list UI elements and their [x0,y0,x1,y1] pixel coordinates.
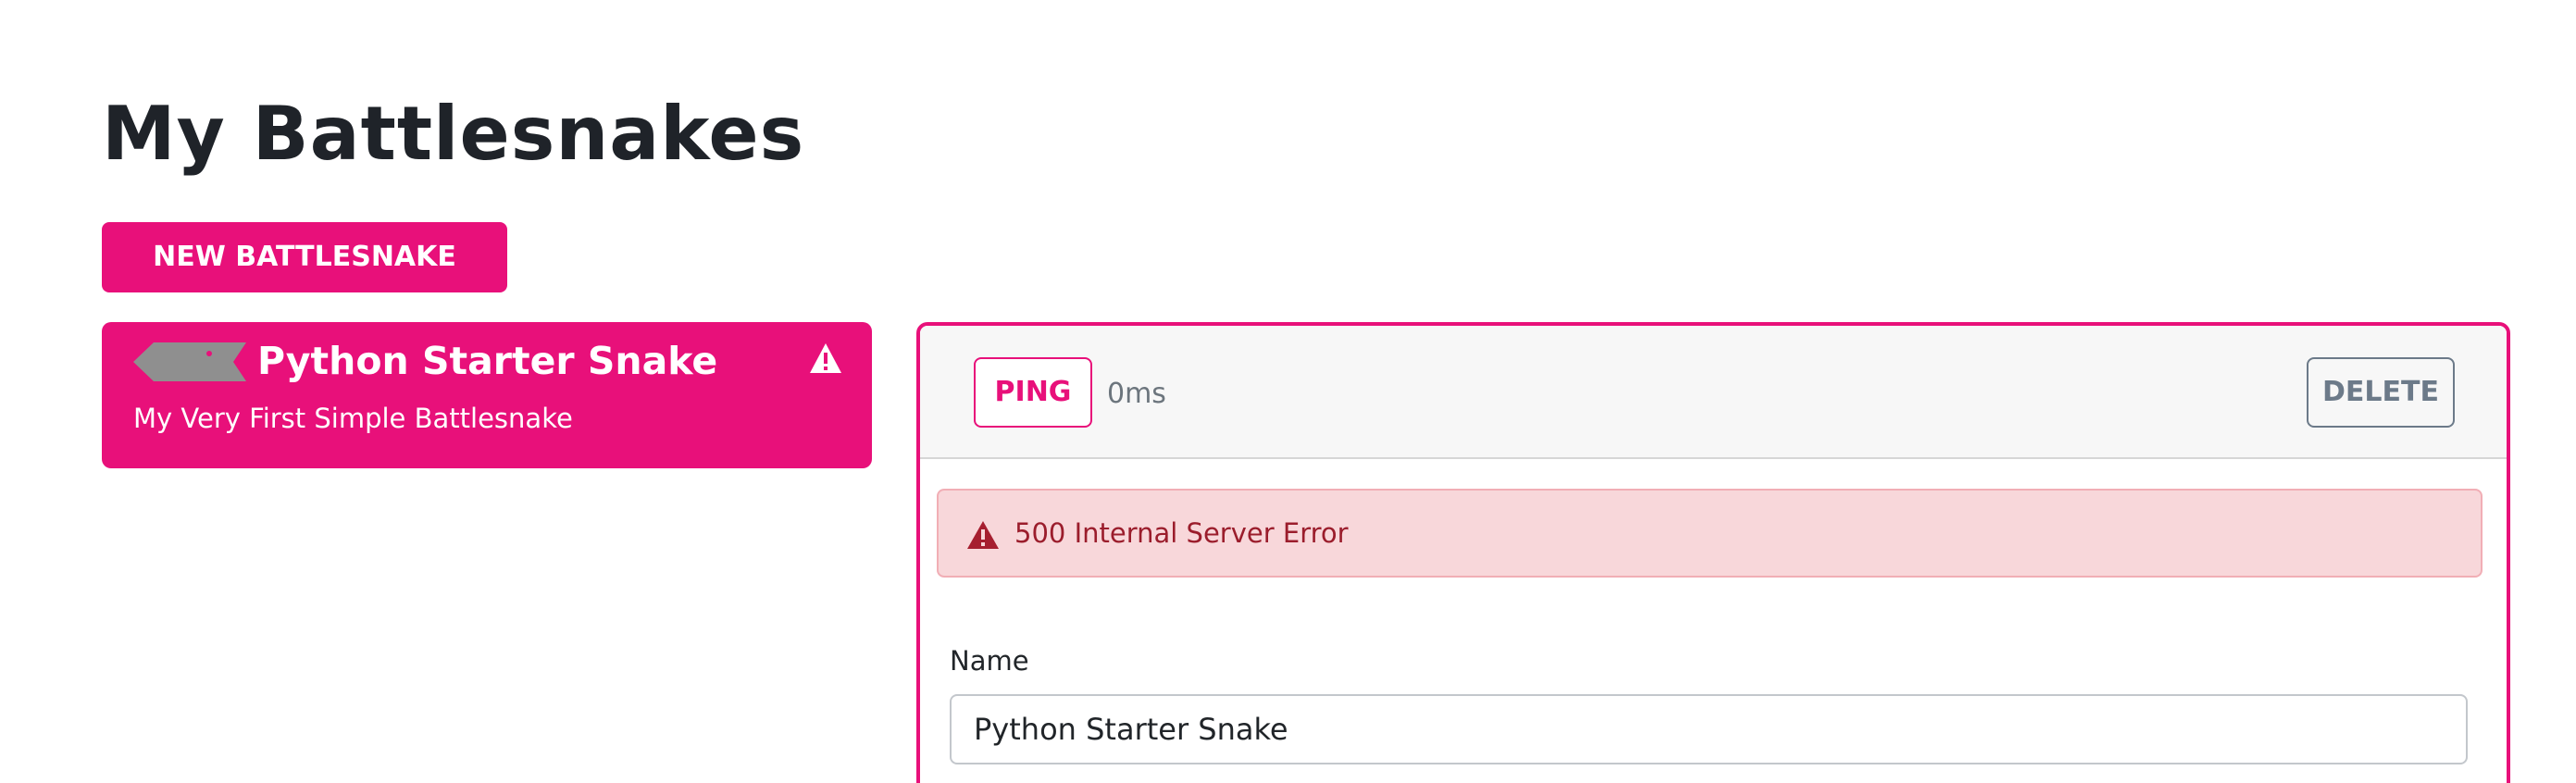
latency-value: 0ms [1107,378,1166,410]
snake-name: Python Starter Snake [257,339,718,383]
new-battlesnake-button[interactable]: NEW BATTLESNAKE [102,222,507,292]
page-title: My Battlesnakes [102,91,805,177]
page: My Battlesnakes NEW BATTLESNAKE Python S… [0,0,2576,783]
ping-button[interactable]: PING [974,357,1092,428]
snake-description: My Very First Simple Battlesnake [133,403,573,434]
error-alert: 500 Internal Server Error [937,489,2483,578]
warning-icon [809,342,842,374]
delete-button[interactable]: DELETE [2307,357,2455,428]
snake-detail-panel: PING 0ms DELETE 500 Internal Server Erro… [916,322,2510,783]
name-label: Name [950,645,1029,677]
warning-icon [966,520,1000,550]
name-input[interactable] [950,694,2468,764]
snake-head-icon [133,342,246,381]
panel-header: PING 0ms DELETE [920,326,2507,459]
error-message: 500 Internal Server Error [1014,517,1349,549]
snake-list-item[interactable]: Python Starter Snake My Very First Simpl… [102,322,872,468]
